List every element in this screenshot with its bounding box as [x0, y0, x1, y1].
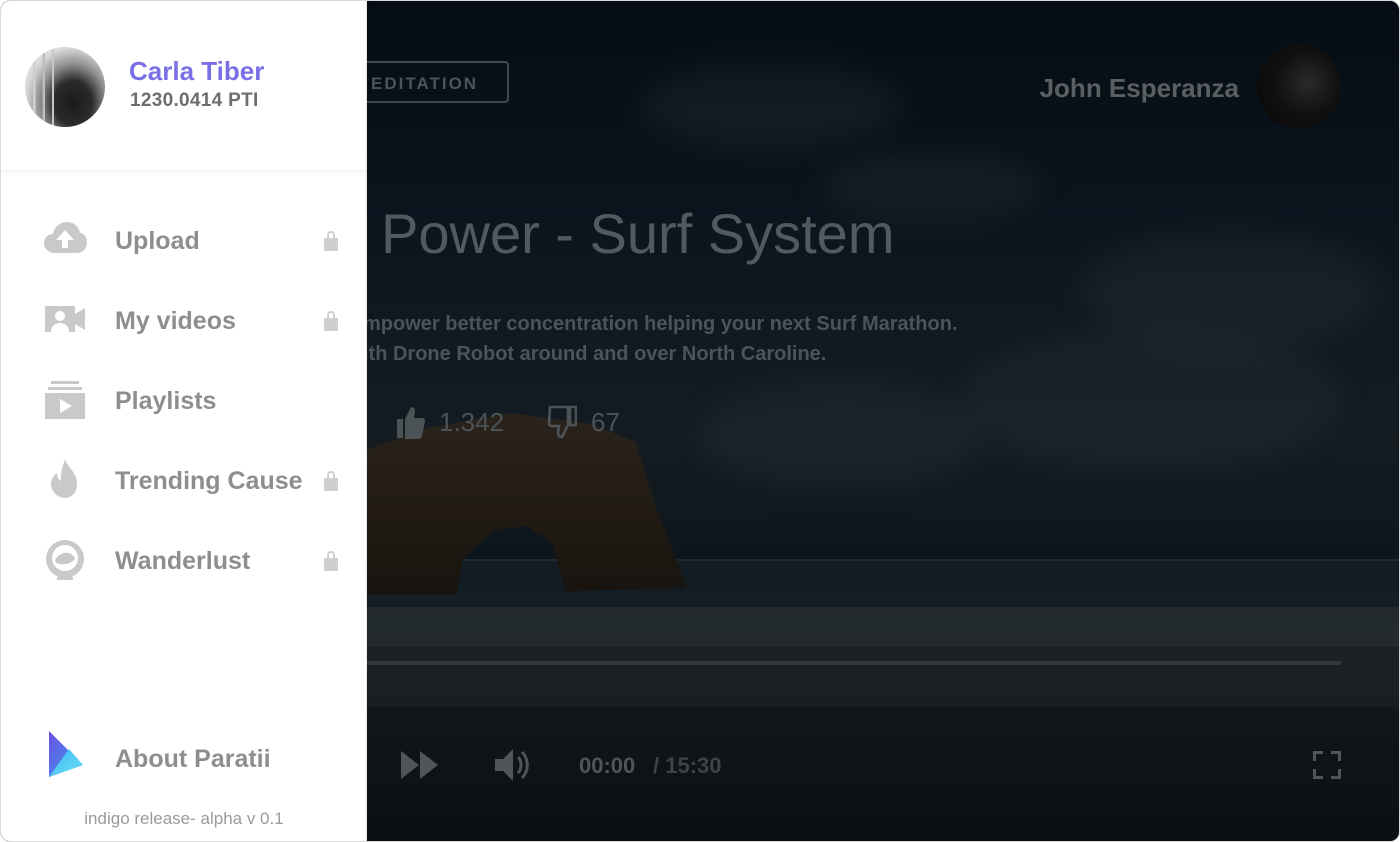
- user-name[interactable]: Carla Tiber: [129, 56, 264, 87]
- sidebar-item-trending-cause[interactable]: Trending Cause: [1, 451, 367, 507]
- lock-icon: [321, 549, 341, 571]
- sidebar-item-playlists[interactable]: Playlists: [1, 371, 367, 427]
- sidebar-item-upload[interactable]: Upload: [1, 211, 367, 267]
- sidebar-item-label: My videos: [115, 307, 236, 335]
- release-version: indigo release- alpha v 0.1: [84, 809, 284, 828]
- lock-icon: [321, 229, 341, 251]
- sidebar-item-label: Trending Cause: [115, 467, 303, 495]
- astronaut-helmet-icon: [43, 537, 87, 581]
- sidebar-item-wanderlust[interactable]: Wanderlust: [1, 531, 367, 587]
- thumbs-down-icon: [547, 405, 577, 439]
- user-balance: 1230.0414 PTI: [130, 90, 259, 111]
- sidebar-item-label: Wanderlust: [115, 547, 251, 575]
- lock-icon: [321, 309, 341, 331]
- fullscreen-icon[interactable]: [1311, 749, 1343, 781]
- video-title: Power - Surf System: [381, 202, 895, 265]
- flame-icon: [43, 457, 87, 501]
- paratii-logo-icon: [45, 731, 85, 781]
- like-count: 1.342: [439, 406, 505, 437]
- duration: / 15:30: [653, 753, 722, 778]
- user-profile: Carla Tiber 1230.0414 PTI: [1, 1, 367, 171]
- cloud-upload-icon: [43, 217, 87, 261]
- volume-icon[interactable]: [493, 745, 533, 785]
- dislike-button[interactable]: 67: [547, 405, 620, 439]
- progress-bar[interactable]: [367, 661, 1341, 665]
- author-name[interactable]: John Esperanza: [1001, 73, 1239, 104]
- description-line: ith Drone Robot around and over North Ca…: [363, 343, 827, 365]
- lock-icon: [321, 469, 341, 491]
- current-time: 00:00: [579, 753, 636, 778]
- video-camera-icon: [43, 297, 87, 341]
- sidebar-item-label: Upload: [115, 227, 200, 255]
- about-paratii-link[interactable]: About Paratii: [1, 727, 367, 791]
- sidebar-item-my-videos[interactable]: My videos: [1, 291, 367, 347]
- fast-forward-icon[interactable]: [401, 751, 439, 779]
- like-button[interactable]: 1.342: [397, 405, 504, 439]
- playlist-icon: [43, 377, 87, 421]
- video-description: mpower better concentration helping your…: [363, 309, 958, 369]
- avatar[interactable]: [25, 47, 105, 127]
- dislike-count: 67: [591, 406, 620, 437]
- description-line: mpower better concentration helping your…: [363, 313, 958, 335]
- author-avatar[interactable]: [1257, 45, 1341, 129]
- sidebar-item-label: Playlists: [115, 387, 217, 415]
- thumbs-up-icon: [397, 407, 425, 439]
- about-label: About Paratii: [115, 745, 271, 773]
- app-window: EDITATION John Esperanza Power - Surf Sy…: [0, 0, 1400, 842]
- sidebar: Carla Tiber 1230.0414 PTI Upload My vide…: [1, 1, 367, 841]
